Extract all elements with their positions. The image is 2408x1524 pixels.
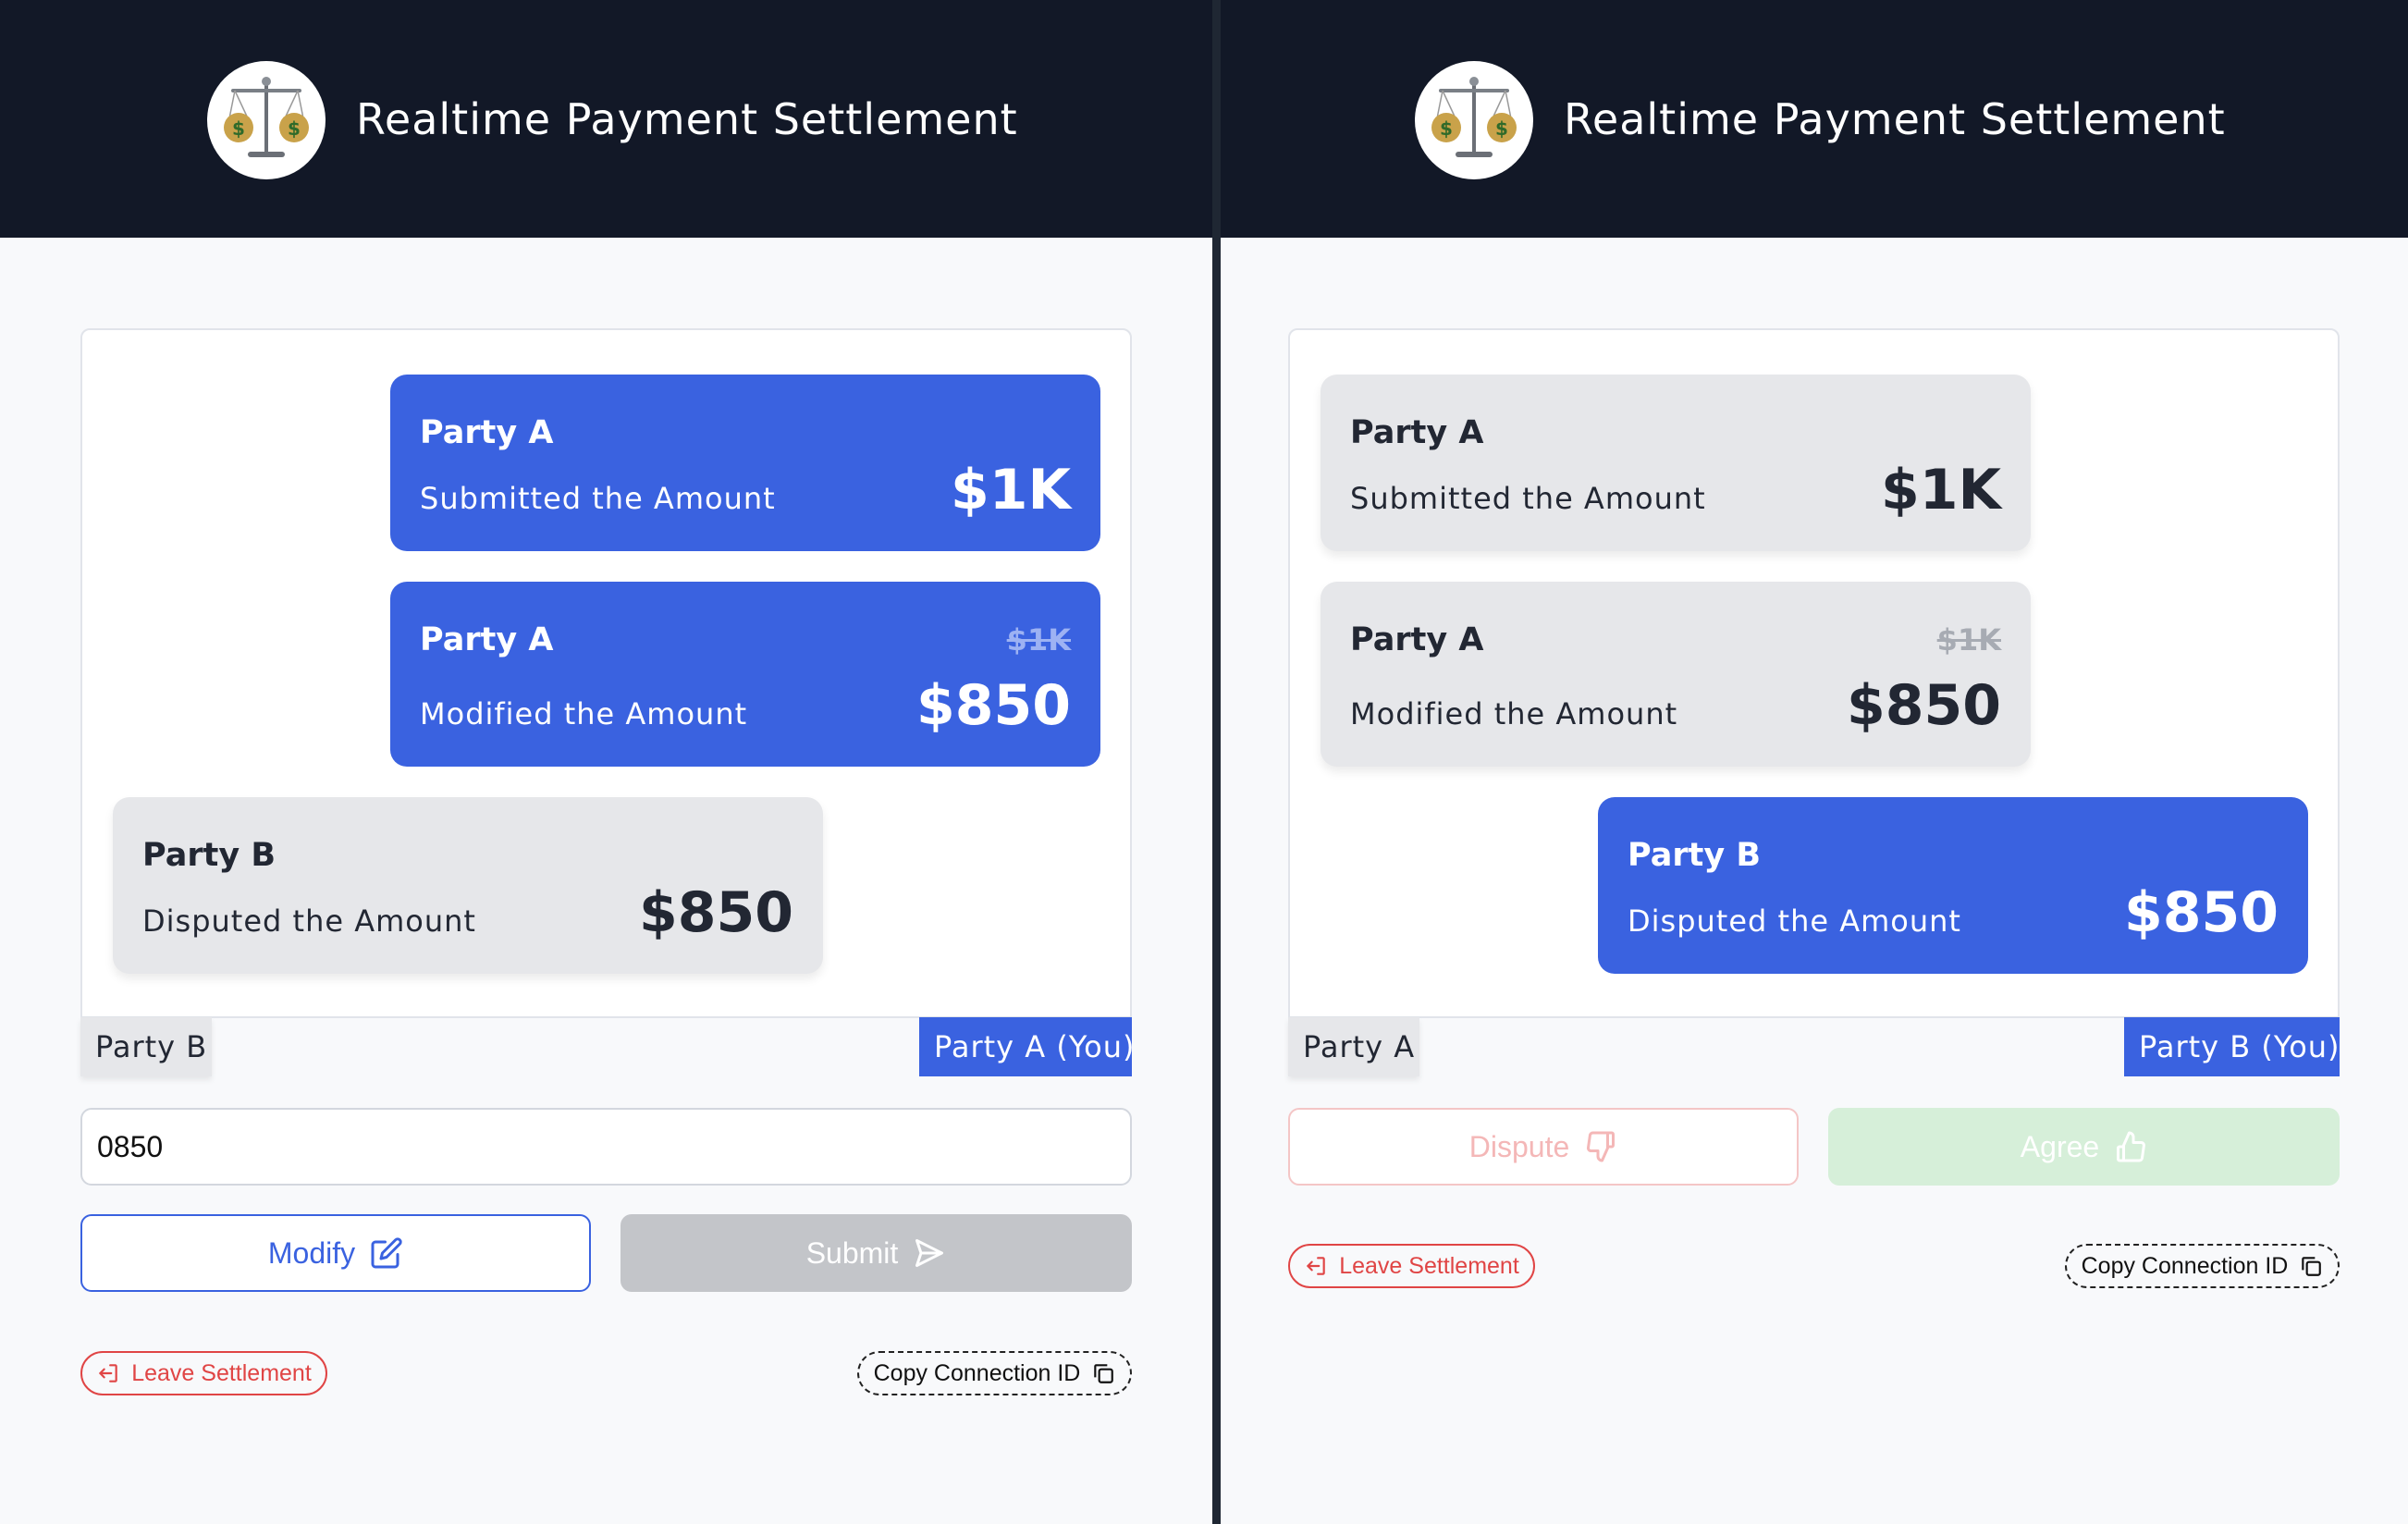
app-title: Realtime Payment Settlement <box>356 94 1018 144</box>
copy-connection-id-button[interactable]: Copy Connection ID <box>857 1351 1132 1395</box>
app-title: Realtime Payment Settlement <box>1564 94 2226 144</box>
message-bubble: Party B Disputed the Amount $850 <box>1598 797 2308 974</box>
modify-label: Modify <box>267 1235 356 1270</box>
sign-out-icon <box>96 1361 120 1385</box>
message-action: Submitted the Amount <box>420 481 776 516</box>
copy-connection-id-label: Copy Connection ID <box>2081 1252 2289 1279</box>
message-party: Party B <box>142 837 276 874</box>
message-amount: $850 <box>2124 880 2279 945</box>
message-log: Party A Submitted the Amount $1K Party A… <box>1288 328 2340 1018</box>
copy-connection-id-label: Copy Connection ID <box>873 1359 1081 1386</box>
thumbs-down-icon <box>1584 1130 1617 1163</box>
message-action: Disputed the Amount <box>142 903 476 939</box>
sign-out-icon <box>1304 1254 1328 1278</box>
message-amount: $850 <box>916 673 1071 738</box>
message-amount: $850 <box>1847 673 2001 738</box>
message-previous-amount: $1K <box>1006 622 1071 658</box>
self-party-tag: Party A (You) <box>919 1017 1134 1076</box>
message-log: Party A Submitted the Amount $1K Party A… <box>80 328 1132 1018</box>
send-icon <box>913 1236 946 1270</box>
message-amount: $1K <box>1881 458 2001 522</box>
dispute-label: Dispute <box>1468 1129 1570 1163</box>
modify-button[interactable]: Modify <box>80 1214 591 1292</box>
submit-label: Submit <box>805 1235 899 1270</box>
message-party: Party A <box>1350 414 1484 451</box>
message-party: Party A <box>1350 621 1484 658</box>
message-party: Party B <box>1628 837 1761 874</box>
message-bubble: Party A $1K Modified the Amount $850 <box>1321 582 2031 767</box>
other-party-tag: Party A <box>1288 1017 1419 1076</box>
leave-settlement-button[interactable]: Leave Settlement <box>80 1351 327 1395</box>
submit-button[interactable]: Submit <box>620 1214 1132 1292</box>
svg-text:$: $ <box>288 117 301 140</box>
leave-settlement-label: Leave Settlement <box>131 1359 312 1386</box>
leave-settlement-button[interactable]: Leave Settlement <box>1288 1244 1535 1288</box>
settlement-window-party-b: $ $ Realtime Payment Settlement Party A … <box>1221 0 2408 1524</box>
scales-money-bags-icon: $ $ <box>1415 61 1533 179</box>
message-amount: $1K <box>951 458 1071 522</box>
message-bubble: Party B Disputed the Amount $850 <box>113 797 823 974</box>
message-amount: $850 <box>639 880 793 945</box>
message-action: Disputed the Amount <box>1628 903 1961 939</box>
message-action: Modified the Amount <box>420 696 748 731</box>
self-party-tag: Party B (You) <box>2124 1017 2340 1076</box>
message-party: Party A <box>420 414 554 451</box>
message-party: Party A <box>420 621 554 658</box>
thumbs-up-icon <box>2114 1130 2147 1163</box>
copy-connection-id-button[interactable]: Copy Connection ID <box>2065 1244 2340 1288</box>
message-bubble: Party A Submitted the Amount $1K <box>390 375 1100 551</box>
svg-text:$: $ <box>232 117 245 140</box>
amount-input[interactable] <box>80 1108 1132 1186</box>
leave-settlement-label: Leave Settlement <box>1339 1252 1519 1279</box>
dispute-button[interactable]: Dispute <box>1288 1108 1799 1186</box>
message-action: Submitted the Amount <box>1350 481 1706 516</box>
agree-button[interactable]: Agree <box>1828 1108 2340 1186</box>
app-header: $ $ Realtime Payment Settlement <box>0 0 1212 238</box>
copy-icon <box>1091 1361 1115 1385</box>
message-bubble: Party A Submitted the Amount $1K <box>1321 375 2031 551</box>
message-bubble: Party A $1K Modified the Amount $850 <box>390 582 1100 767</box>
edit-icon <box>370 1236 403 1270</box>
agree-label: Agree <box>2020 1129 2100 1163</box>
svg-text:$: $ <box>1495 117 1508 140</box>
message-action: Modified the Amount <box>1350 696 1678 731</box>
other-party-tag: Party B <box>80 1017 212 1076</box>
svg-text:$: $ <box>1440 117 1453 140</box>
message-previous-amount: $1K <box>1936 622 2001 658</box>
copy-icon <box>2299 1254 2323 1278</box>
settlement-window-party-a: $ $ Realtime Payment Settlement Party A … <box>0 0 1212 1524</box>
app-header: $ $ Realtime Payment Settlement <box>1221 0 2408 238</box>
scales-money-bags-icon: $ $ <box>207 61 326 179</box>
